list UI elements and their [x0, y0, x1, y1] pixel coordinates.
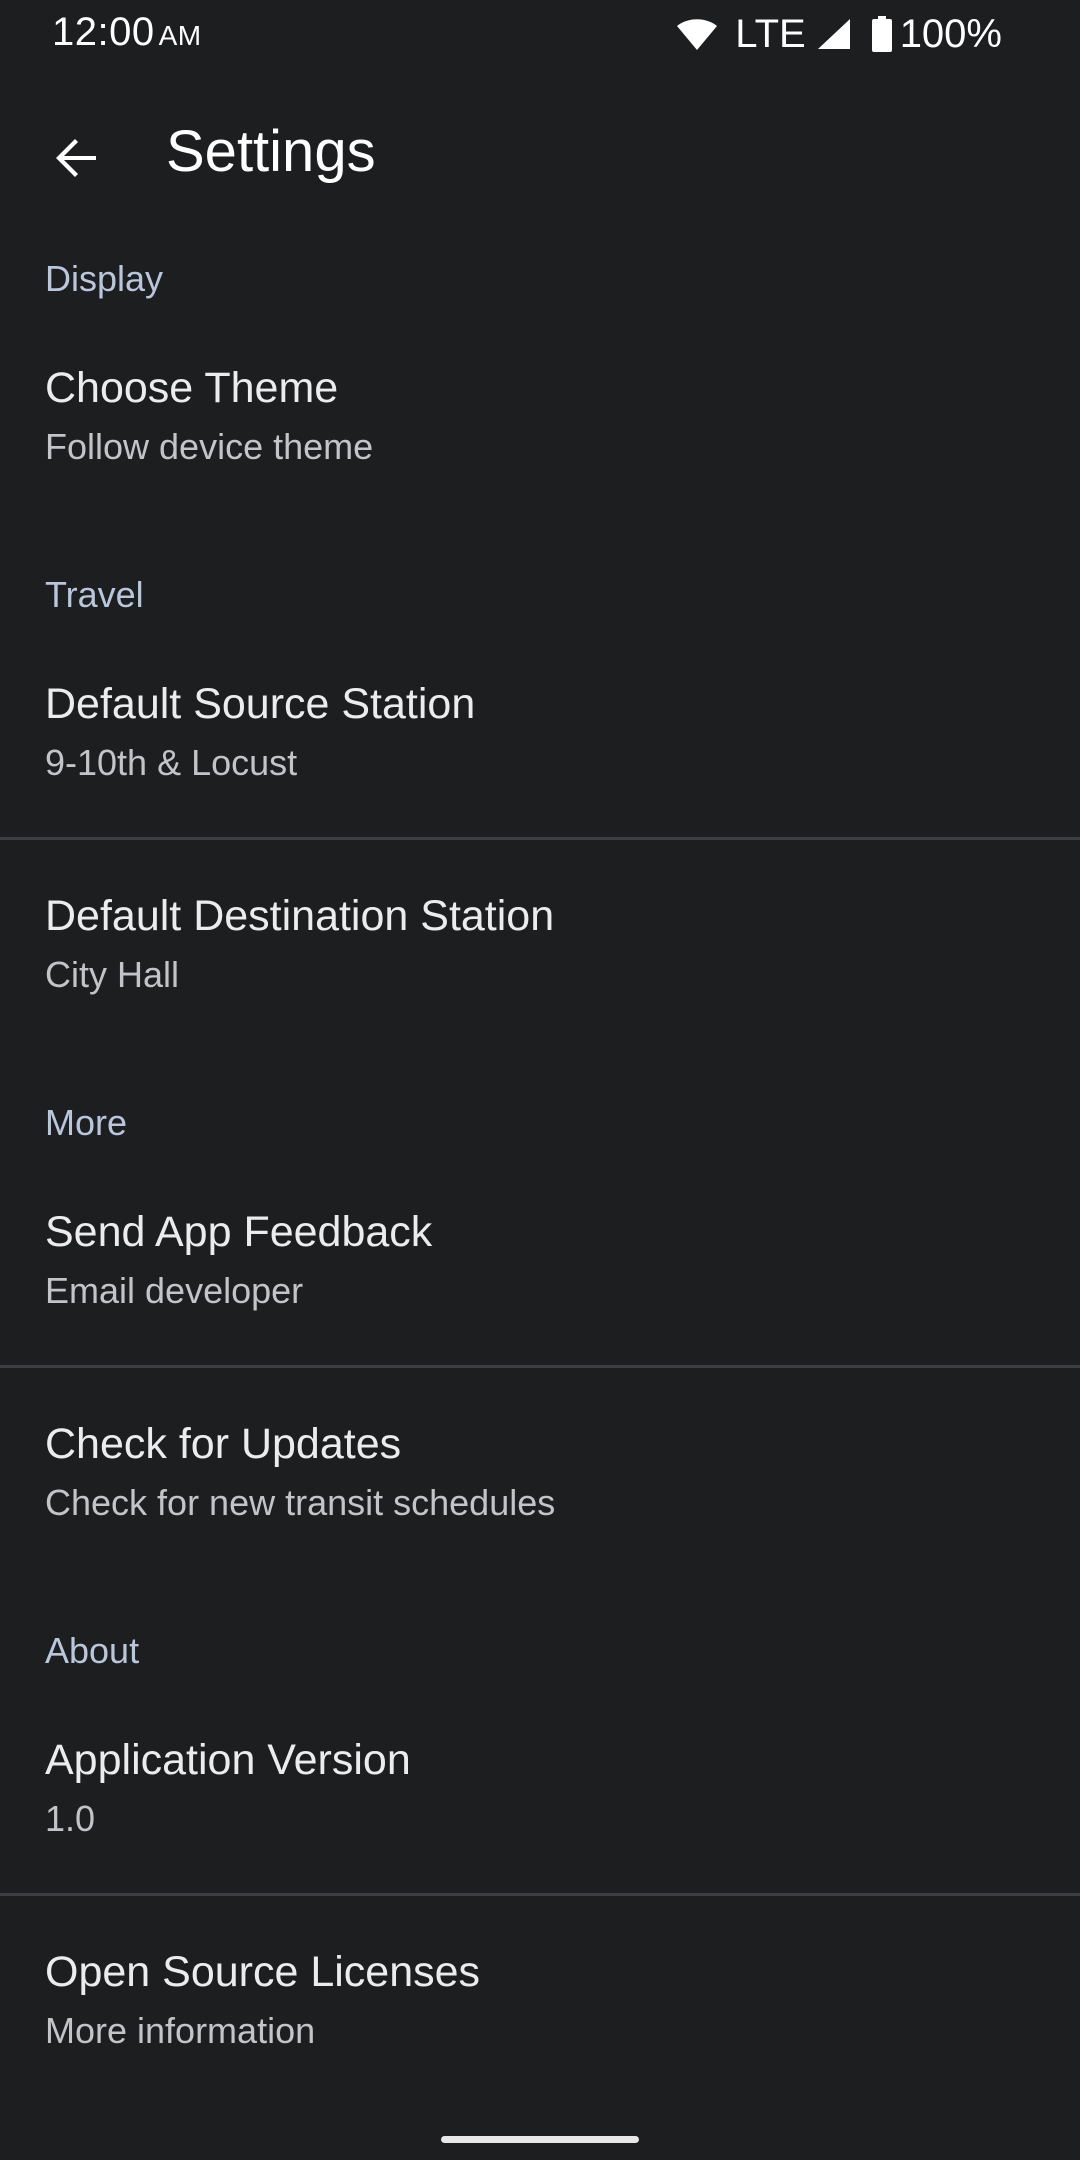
battery-icon — [871, 16, 892, 52]
battery-percent: 100% — [899, 11, 1002, 56]
pref-summary: 1.0 — [45, 1798, 96, 1839]
pref-summary: City Hall — [45, 954, 180, 995]
arrow-back-icon — [52, 134, 100, 187]
pref-title: Send App Feedback — [45, 1208, 433, 1256]
page-title: Settings — [166, 119, 376, 184]
section-header-more: More — [45, 1102, 128, 1143]
status-bar: 12:00 AM LTE 100% — [0, 0, 1080, 72]
cell-signal-icon — [816, 17, 852, 51]
section-header-display: Display — [45, 258, 164, 299]
back-button[interactable] — [36, 120, 116, 200]
pref-application-version[interactable]: Application Version 1.0 — [0, 1712, 1080, 1892]
status-time-value: 12:00 — [52, 10, 155, 54]
pref-summary: Follow device theme — [45, 426, 374, 467]
pref-send-app-feedback[interactable]: Send App Feedback Email developer — [0, 1184, 1080, 1364]
section-header-travel: Travel — [45, 574, 144, 615]
pref-open-source-licenses[interactable]: Open Source Licenses More information — [0, 1896, 1080, 2096]
pref-default-source-station[interactable]: Default Source Station 9-10th & Locust — [0, 656, 1080, 836]
pref-title: Default Source Station — [45, 680, 476, 728]
app-bar: Settings — [0, 100, 1080, 210]
gesture-nav-handle[interactable] — [441, 2136, 639, 2143]
pref-summary: More information — [45, 2010, 316, 2051]
pref-title: Application Version — [45, 1736, 411, 1784]
pref-title: Check for Updates — [45, 1420, 402, 1468]
pref-default-destination-station[interactable]: Default Destination Station City Hall — [0, 840, 1080, 1040]
section-header-about: About — [45, 1630, 140, 1671]
network-type: LTE — [735, 11, 806, 56]
pref-title: Default Destination Station — [45, 892, 555, 940]
pref-check-for-updates[interactable]: Check for Updates Check for new transit … — [0, 1368, 1080, 1568]
status-icons: LTE 100% — [675, 12, 1002, 56]
pref-title: Open Source Licenses — [45, 1948, 481, 1996]
pref-title: Choose Theme — [45, 364, 339, 412]
status-time-ampm: AM — [158, 20, 202, 51]
pref-summary: 9-10th & Locust — [45, 742, 298, 783]
pref-summary: Email developer — [45, 1270, 304, 1311]
pref-summary: Check for new transit schedules — [45, 1482, 556, 1523]
wifi-icon — [675, 16, 719, 52]
status-time: 12:00 AM — [52, 10, 202, 55]
pref-choose-theme[interactable]: Choose Theme Follow device theme — [0, 340, 1080, 500]
